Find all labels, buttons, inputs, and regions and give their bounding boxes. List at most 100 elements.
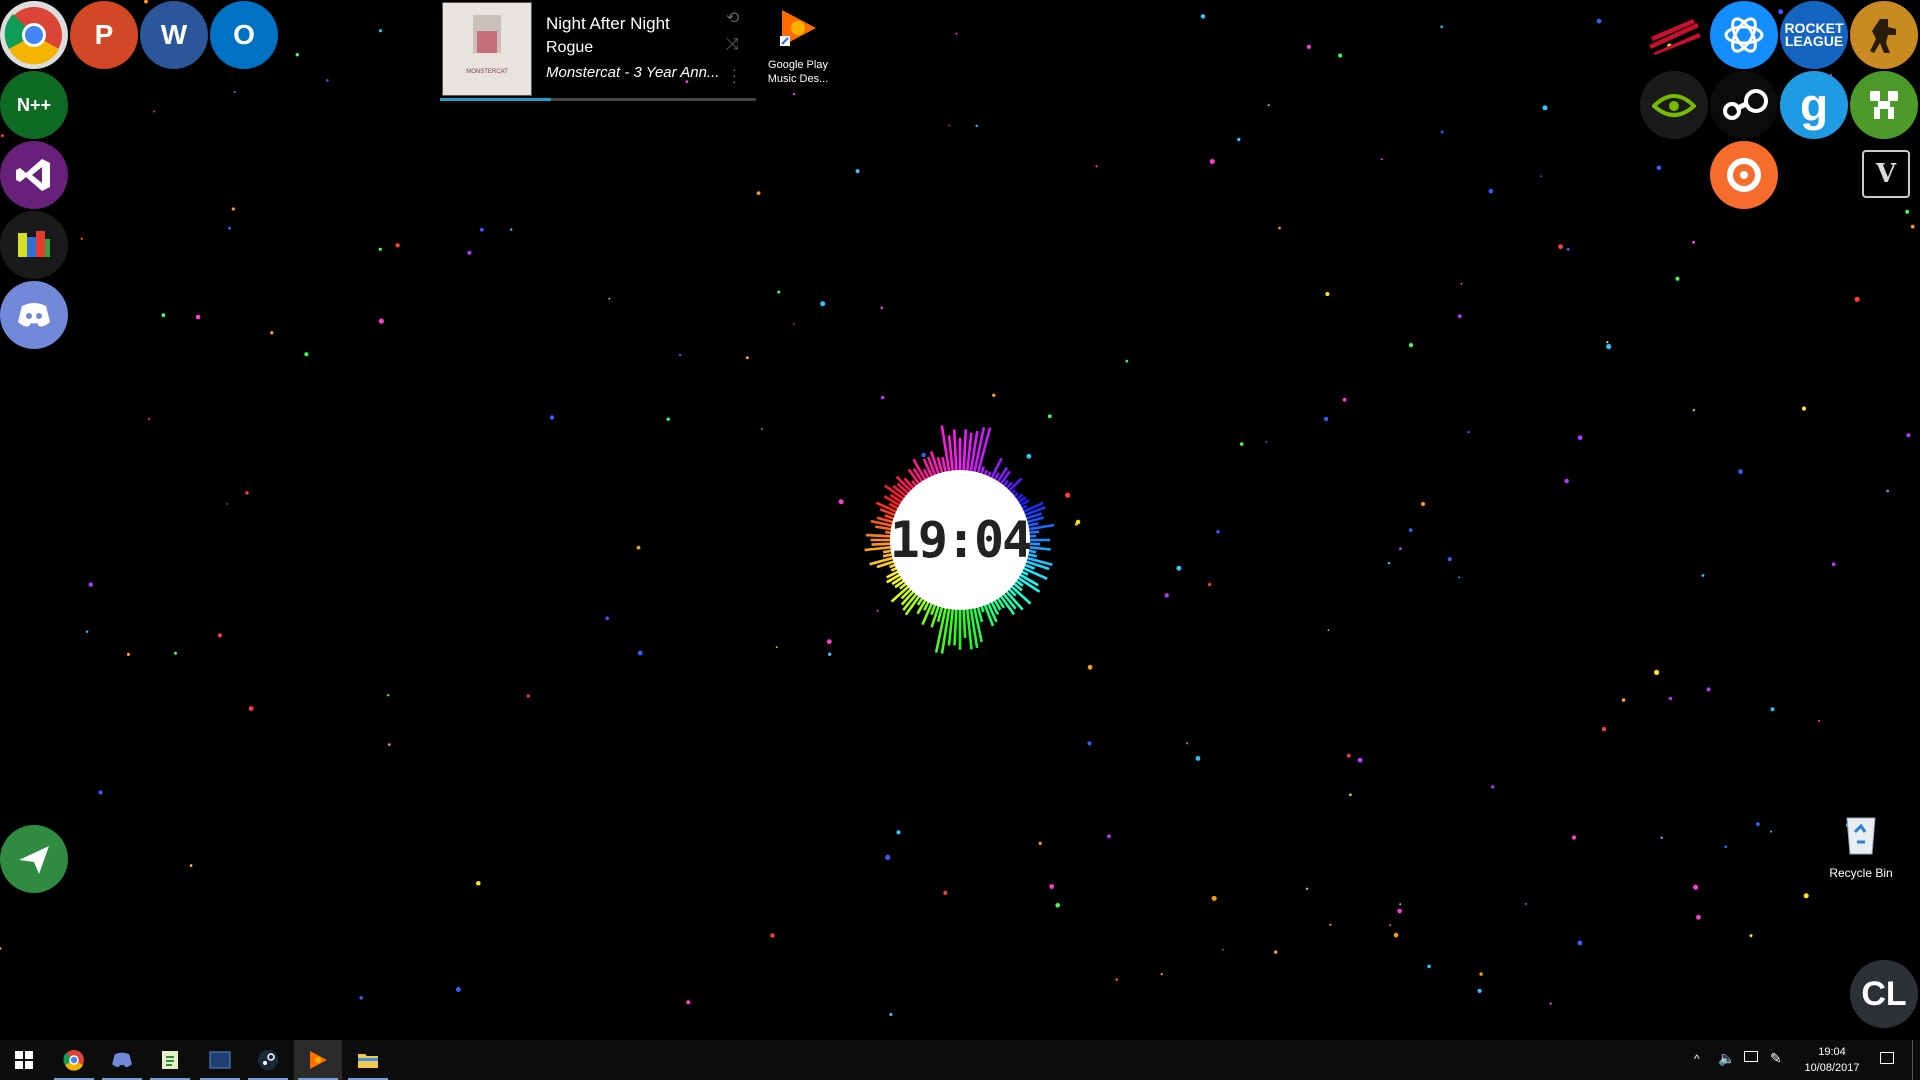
- star-dot: [1380, 158, 1383, 161]
- discord-icon[interactable]: [0, 281, 68, 349]
- star-dot: [549, 415, 555, 420]
- star-dot: [1738, 469, 1743, 474]
- visualizer-bar: [953, 605, 958, 646]
- taskbar-notepadpp-icon[interactable]: [146, 1040, 194, 1080]
- star-dot: [295, 53, 299, 57]
- star-dot: [1107, 834, 1111, 839]
- gta-v-icon[interactable]: V: [1862, 150, 1910, 198]
- volume-icon[interactable]: 🔈: [1718, 1050, 1735, 1067]
- star-dot: [1427, 964, 1431, 969]
- taskbar-discord-icon[interactable]: [98, 1040, 146, 1080]
- star-dot: [686, 1000, 691, 1005]
- google-play-music-shortcut[interactable]: Google Play Music Des...: [756, 6, 840, 90]
- madcatz-icon[interactable]: [1640, 1, 1708, 69]
- star-dot: [1327, 629, 1330, 631]
- star-dot: [1389, 924, 1392, 926]
- star-dot: [1749, 934, 1753, 938]
- taskbar-clock[interactable]: 19:04 10/08/2017: [1796, 1044, 1868, 1076]
- star-dot: [1087, 664, 1093, 670]
- recycle-bin-shortcut[interactable]: Recycle Bin: [1820, 812, 1902, 882]
- star-dot: [885, 854, 891, 861]
- progress-bar[interactable]: [440, 98, 756, 101]
- star-dot: [467, 250, 472, 255]
- taskbar: ^ 🔈 ✎: [0, 1040, 1920, 1080]
- star-dot: [1778, 9, 1784, 15]
- star-dot: [1387, 561, 1391, 565]
- gmod-icon[interactable]: g: [1780, 71, 1848, 139]
- pen-icon[interactable]: ✎: [1770, 1050, 1782, 1067]
- show-desktop-button[interactable]: [1912, 1040, 1920, 1080]
- steam-icon[interactable]: [1710, 71, 1778, 139]
- recycle-bin-label: Recycle Bin: [1829, 866, 1893, 880]
- taskbar-time: 19:04: [1818, 1046, 1846, 1058]
- star-dot: [378, 247, 382, 251]
- notification-icon[interactable]: [1880, 1052, 1894, 1064]
- star-dot: [1596, 18, 1602, 24]
- star-dot: [1440, 130, 1444, 134]
- star-dot: [1706, 687, 1711, 692]
- more-options-icon[interactable]: · · ·: [732, 62, 737, 88]
- star-dot: [1770, 830, 1772, 833]
- star-dot: [1693, 884, 1699, 890]
- battlenet-icon[interactable]: [1710, 1, 1778, 69]
- star-dot: [880, 306, 883, 310]
- star-dot: [1854, 296, 1860, 302]
- taskbar-media-icon[interactable]: [196, 1040, 244, 1080]
- origin-icon[interactable]: [1710, 141, 1778, 209]
- shuffle-icon[interactable]: ⤨: [726, 36, 739, 54]
- network-icon[interactable]: [1744, 1051, 1758, 1062]
- outlook-icon[interactable]: O: [210, 1, 278, 69]
- star-dot: [1342, 397, 1347, 402]
- visual-studio-icon[interactable]: [0, 141, 68, 209]
- taskbar-steam-icon[interactable]: [244, 1040, 292, 1080]
- chrome-icon[interactable]: [0, 1, 68, 69]
- star-dot: [526, 694, 530, 698]
- star-dot: [228, 226, 231, 230]
- star-dot: [387, 694, 390, 697]
- word-icon[interactable]: W: [140, 1, 208, 69]
- star-dot: [1756, 822, 1760, 827]
- taskbar-chrome-icon[interactable]: [50, 1040, 98, 1080]
- star-dot: [1654, 669, 1660, 676]
- album-art-label: MONSTERCAT: [466, 69, 508, 75]
- taskbar-start-icon[interactable]: [0, 1040, 48, 1080]
- star-dot: [1200, 14, 1206, 19]
- star-dot: [1306, 887, 1309, 890]
- star-dot: [126, 652, 130, 657]
- powerpoint-icon[interactable]: P: [70, 1, 138, 69]
- star-dot: [1540, 175, 1543, 178]
- star-dot: [88, 582, 94, 587]
- airplane-icon[interactable]: [0, 825, 68, 893]
- shortcut-label-line2: Music Des...: [767, 73, 829, 85]
- counter-strike-icon[interactable]: [1850, 1, 1918, 69]
- star-dot: [1803, 893, 1809, 899]
- star-dot: [943, 890, 948, 895]
- star-dot: [793, 323, 795, 325]
- notepadpp-icon[interactable]: N++: [0, 71, 68, 139]
- star-dot: [1817, 719, 1820, 722]
- star-dot: [1329, 923, 1332, 926]
- track-album: Monstercat - 3 Year Ann...: [546, 64, 720, 81]
- repeat-icon[interactable]: ⟲: [726, 8, 739, 28]
- star-dot: [226, 503, 229, 505]
- album-art[interactable]: MONSTERCAT: [442, 2, 532, 96]
- star-dot: [510, 228, 513, 231]
- star-dot: [792, 92, 796, 96]
- star-dot: [1195, 756, 1201, 761]
- star-dot: [948, 124, 951, 127]
- star-dot: [1038, 841, 1042, 846]
- rocket-league-icon[interactable]: ROCKET LEAGUE: [1780, 1, 1848, 69]
- star-dot: [1274, 950, 1278, 954]
- star-dot: [1397, 908, 1402, 914]
- cl-icon[interactable]: CL: [1850, 960, 1918, 1028]
- taskbar-explorer-icon[interactable]: [344, 1040, 392, 1080]
- star-dot: [195, 314, 201, 320]
- avg-icon[interactable]: [0, 211, 68, 279]
- nvidia-icon[interactable]: [1640, 71, 1708, 139]
- tray-expand-icon[interactable]: ^: [1694, 1052, 1700, 1066]
- minecraft-icon[interactable]: [1850, 71, 1918, 139]
- star-dot: [828, 652, 832, 656]
- taskbar-gpm-icon[interactable]: [294, 1040, 342, 1080]
- star-dot: [1668, 696, 1673, 701]
- star-dot: [1491, 785, 1495, 789]
